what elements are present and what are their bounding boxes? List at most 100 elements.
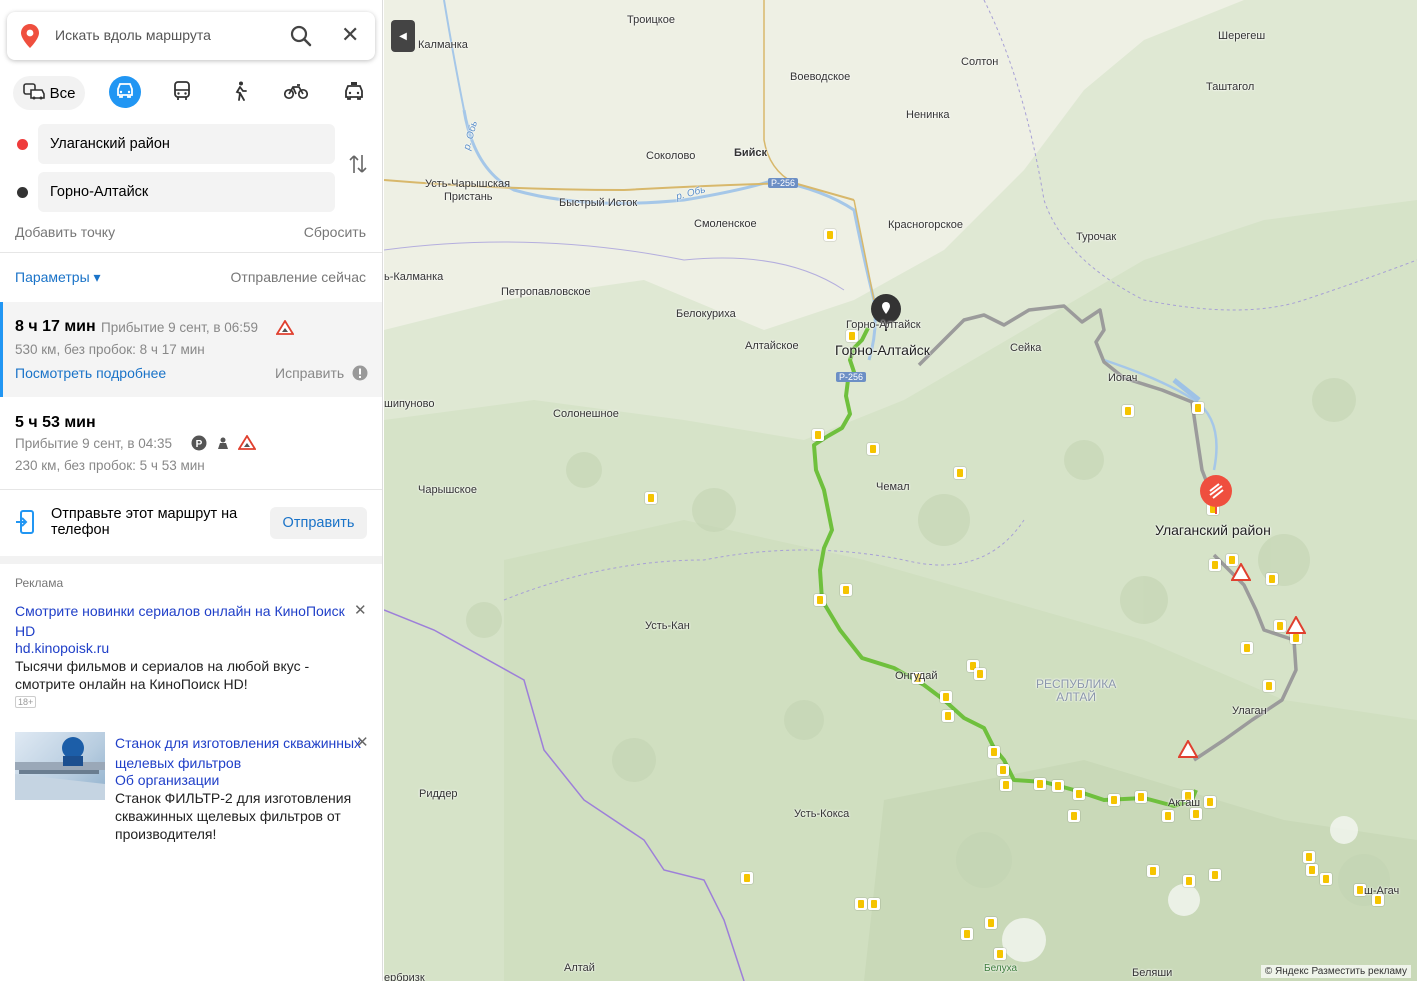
ad1-title-link[interactable]: Смотрите новинки сериалов онлайн на Кино… <box>15 601 355 641</box>
camera-marker-icon[interactable] <box>1303 851 1315 863</box>
camera-marker-core <box>1269 575 1275 583</box>
end-point-pin[interactable] <box>870 293 902 338</box>
route-fix-link[interactable]: Исправить <box>275 365 344 381</box>
ad-close-icon[interactable]: ✕ <box>354 601 367 619</box>
ad2-title-link[interactable]: Станок для изготовления скважинных щелев… <box>115 733 367 773</box>
camera-marker-icon[interactable] <box>812 429 824 441</box>
road-warning-icon[interactable] <box>1177 738 1199 763</box>
route-option-2[interactable]: 5 ч 53 мин Прибытие 9 сент, в 04:35 P 23… <box>0 398 382 488</box>
route-details-link[interactable]: Посмотреть подробнее <box>15 365 166 381</box>
collapse-panel-button[interactable]: ◀ <box>391 20 415 52</box>
camera-marker-icon[interactable] <box>855 898 867 910</box>
camera-marker-core <box>858 900 864 908</box>
camera-marker-icon[interactable] <box>954 467 966 479</box>
start-point-pin[interactable] <box>1199 474 1233 521</box>
search-icon[interactable] <box>290 25 312 52</box>
camera-marker-icon[interactable] <box>974 668 986 680</box>
camera-marker-core <box>1186 877 1192 885</box>
camera-marker-icon[interactable] <box>868 898 880 910</box>
camera-marker-icon[interactable] <box>840 584 852 596</box>
camera-marker-icon[interactable] <box>1000 779 1012 791</box>
route-option-1[interactable]: 8 ч 17 мин Прибытие 9 сент, в 06:59 530 … <box>0 302 382 397</box>
camera-marker-icon[interactable] <box>1190 808 1202 820</box>
camera-marker-icon[interactable] <box>1209 869 1221 881</box>
reset-link[interactable]: Сбросить <box>304 224 366 240</box>
camera-marker-icon[interactable] <box>1034 778 1046 790</box>
road-works-icon <box>215 435 231 456</box>
place-label: Беляши <box>1132 967 1173 979</box>
camera-marker-icon[interactable] <box>1162 810 1174 822</box>
map-copyright[interactable]: © Яндекс Разместить рекламу <box>1260 965 1411 978</box>
camera-marker-core <box>1207 798 1213 806</box>
mode-car-button[interactable] <box>109 76 141 108</box>
mode-all-button[interactable]: Все <box>13 76 85 110</box>
camera-marker-icon[interactable] <box>1320 873 1332 885</box>
camera-marker-icon[interactable] <box>1108 794 1120 806</box>
send-button[interactable]: Отправить <box>270 507 367 539</box>
road-warning-icon[interactable] <box>1230 561 1252 586</box>
place-label: Горно-Алтайск <box>835 342 930 358</box>
map-canvas[interactable]: Троицкое Калманка Воеводское Солтон Шере… <box>384 0 1417 981</box>
ad-close-icon[interactable]: ✕ <box>356 733 369 751</box>
camera-marker-core <box>1266 682 1272 690</box>
camera-marker-icon[interactable] <box>961 928 973 940</box>
camera-marker-icon[interactable] <box>1209 559 1221 571</box>
camera-marker-icon[interactable] <box>1263 680 1275 692</box>
mode-taxi-button[interactable] <box>339 76 369 110</box>
camera-marker-icon[interactable] <box>1241 642 1253 654</box>
camera-marker-icon[interactable] <box>1183 875 1195 887</box>
ad2-org-link[interactable]: Об организации <box>115 772 219 788</box>
road-warning-icon <box>275 319 295 340</box>
road-warning-icon[interactable] <box>1285 614 1307 639</box>
camera-marker-icon[interactable] <box>1073 788 1085 800</box>
camera-marker-icon[interactable] <box>1306 864 1318 876</box>
camera-marker-icon[interactable] <box>988 746 1000 758</box>
route-panel: Искать вдоль маршрута ✕ Все Улаганский р… <box>0 0 383 981</box>
camera-marker-icon[interactable] <box>741 872 753 884</box>
departure-time-link[interactable]: Отправление сейчас <box>231 269 366 285</box>
from-field[interactable]: Улаганский район <box>38 124 335 164</box>
place-label: Быстрый Исток <box>559 197 638 209</box>
mode-transit-button[interactable] <box>168 76 196 110</box>
swap-icon[interactable] <box>348 153 368 180</box>
place-label: Турочак <box>1076 231 1117 243</box>
mode-bike-button[interactable] <box>281 76 311 110</box>
add-point-link[interactable]: Добавить точку <box>15 224 115 240</box>
camera-marker-icon[interactable] <box>1274 620 1286 632</box>
ad2-image[interactable] <box>15 732 105 800</box>
camera-marker-icon[interactable] <box>824 229 836 241</box>
exclamation-icon[interactable] <box>352 365 368 386</box>
camera-marker-icon[interactable] <box>645 492 657 504</box>
params-dropdown[interactable]: Параметры ▾ <box>15 269 101 286</box>
camera-marker-icon[interactable] <box>846 330 858 342</box>
camera-marker-icon[interactable] <box>1204 796 1216 808</box>
camera-marker-icon[interactable] <box>814 594 826 606</box>
place-label: Белокуриха <box>676 308 736 320</box>
camera-marker-icon[interactable] <box>997 764 1009 776</box>
camera-marker-icon[interactable] <box>940 691 952 703</box>
camera-marker-icon[interactable] <box>1135 791 1147 803</box>
mode-walk-button[interactable] <box>226 76 254 110</box>
road-number-badge: Р-256 <box>768 178 799 188</box>
camera-marker-icon[interactable] <box>1052 780 1064 792</box>
camera-marker-icon[interactable] <box>1192 402 1204 414</box>
search-input[interactable]: Искать вдоль маршрута <box>55 27 211 43</box>
ad1-description: Тысячи фильмов и сериалов на любой вкус … <box>15 658 310 692</box>
camera-marker-icon[interactable] <box>942 710 954 722</box>
taxi-icon <box>343 81 365 106</box>
camera-marker-icon[interactable] <box>994 948 1006 960</box>
to-field[interactable]: Горно-Алтайск <box>38 172 335 212</box>
camera-marker-core <box>827 231 833 239</box>
camera-marker-icon[interactable] <box>867 443 879 455</box>
ad1-url-link[interactable]: hd.kinopoisk.ru <box>15 640 109 656</box>
close-icon[interactable]: ✕ <box>341 23 359 47</box>
camera-marker-icon[interactable] <box>1122 405 1134 417</box>
camera-marker-icon[interactable] <box>1147 865 1159 877</box>
camera-marker-core <box>1055 782 1061 790</box>
camera-marker-icon[interactable] <box>1068 810 1080 822</box>
camera-marker-core <box>1111 796 1117 804</box>
camera-marker-icon[interactable] <box>1266 573 1278 585</box>
route-search-box[interactable]: Искать вдоль маршрута ✕ <box>7 12 375 60</box>
camera-marker-icon[interactable] <box>985 917 997 929</box>
camera-marker-core <box>943 693 949 701</box>
